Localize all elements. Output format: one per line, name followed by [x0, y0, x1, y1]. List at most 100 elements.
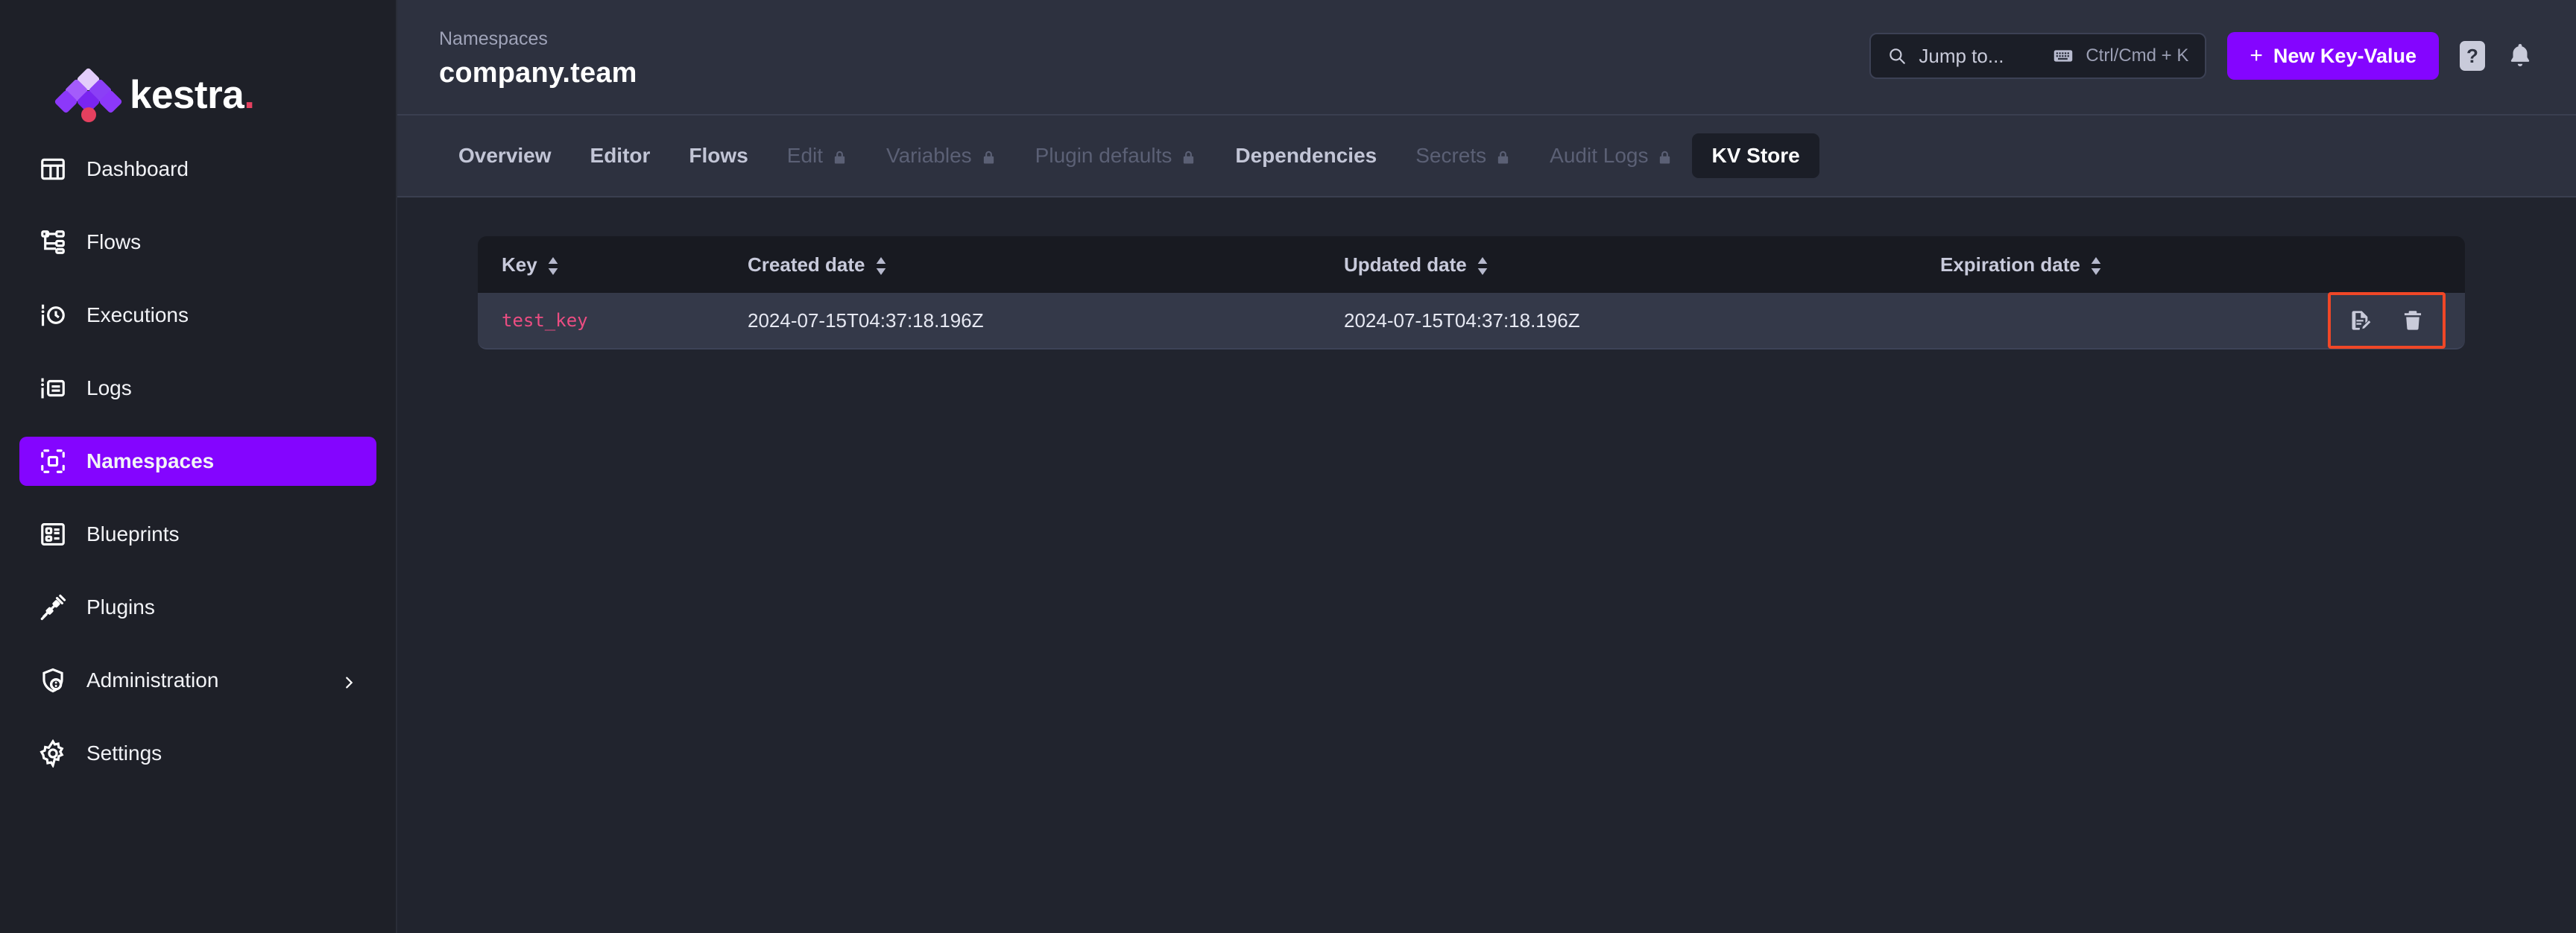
- blueprints-icon: [39, 520, 67, 548]
- sidebar-nav: Dashboard Flows Executions Logs Namespac…: [0, 145, 396, 778]
- tab-label: Edit: [786, 144, 824, 167]
- plus-icon: +: [2250, 43, 2263, 68]
- sort-arrows-icon: [1476, 255, 1489, 275]
- cell-actions: [2313, 292, 2446, 349]
- tab-edit: Edit: [768, 133, 867, 178]
- search-shortcut-hint: Ctrl/Cmd + K: [2086, 45, 2189, 66]
- keyboard-icon: [2053, 45, 2074, 66]
- tab-label: Plugin defaults: [1035, 144, 1172, 167]
- help-label: ?: [2466, 44, 2478, 67]
- delete-key-value-button[interactable]: [2392, 301, 2434, 340]
- sidebar: kestra. Dashboard Flows Executions Logs …: [0, 0, 397, 933]
- tab-label: Dependencies: [1235, 144, 1377, 167]
- sidebar-item-settings[interactable]: Settings: [19, 729, 376, 778]
- column-header-updated-date[interactable]: Updated date: [1344, 253, 1940, 276]
- kestra-logo-text: kestra.: [130, 72, 255, 117]
- help-button[interactable]: ?: [2460, 41, 2485, 71]
- tab-editor[interactable]: Editor: [571, 133, 670, 178]
- column-header-expiration-date[interactable]: Expiration date: [1940, 253, 2313, 276]
- page-title: company.team: [439, 57, 637, 89]
- administration-icon: [39, 666, 67, 695]
- sidebar-item-namespaces[interactable]: Namespaces: [19, 437, 376, 486]
- cell-updated-date: 2024-07-15T04:37:18.196Z: [1344, 309, 1580, 332]
- tab-label: Variables: [886, 144, 972, 167]
- edit-key-value-button[interactable]: [2340, 301, 2381, 340]
- sidebar-item-label: Settings: [86, 741, 162, 765]
- cell-created-date: 2024-07-15T04:37:18.196Z: [748, 309, 984, 332]
- cell-key[interactable]: test_key: [502, 310, 748, 331]
- sort-arrows-icon: [874, 255, 888, 275]
- tab-secrets: Secrets: [1396, 133, 1530, 178]
- sidebar-item-label: Administration: [86, 668, 219, 692]
- bell-icon[interactable]: [2506, 41, 2534, 71]
- sidebar-item-label: Blueprints: [86, 522, 180, 545]
- flows-icon: [39, 228, 67, 256]
- plugins-icon: [39, 593, 67, 622]
- row-actions-highlight: [2328, 292, 2446, 349]
- sidebar-item-plugins[interactable]: Plugins: [19, 583, 376, 632]
- tab-plugin-defaults: Plugin defaults: [1016, 133, 1216, 178]
- chevron-right-icon: [341, 672, 357, 689]
- column-label: Created date: [748, 253, 865, 276]
- sidebar-item-label: Executions: [86, 303, 189, 326]
- search-input[interactable]: Jump to... Ctrl/Cmd + K: [1869, 33, 2207, 79]
- lock-icon: [1181, 147, 1196, 165]
- tab-dependencies[interactable]: Dependencies: [1216, 133, 1396, 178]
- new-key-value-button[interactable]: + New Key-Value: [2227, 32, 2439, 80]
- kestra-logo[interactable]: kestra.: [0, 0, 396, 127]
- sidebar-item-label: Logs: [86, 376, 132, 399]
- sidebar-item-logs[interactable]: Logs: [19, 364, 376, 413]
- sidebar-item-flows[interactable]: Flows: [19, 218, 376, 267]
- sort-arrows-icon: [2089, 255, 2103, 275]
- tab-kv-store[interactable]: KV Store: [1692, 133, 1819, 178]
- main-area: Namespaces company.team Jump to... Ctrl/…: [397, 0, 2576, 933]
- lock-icon: [981, 147, 997, 165]
- sidebar-item-executions[interactable]: Executions: [19, 291, 376, 340]
- column-header-created-date[interactable]: Created date: [748, 253, 1344, 276]
- executions-icon: [39, 301, 67, 329]
- sidebar-item-label: Namespaces: [86, 449, 215, 472]
- kestra-logo-mark-icon: [54, 67, 123, 122]
- breadcrumb[interactable]: Namespaces: [439, 28, 637, 50]
- tab-overview[interactable]: Overview: [439, 133, 571, 178]
- content-area: Key Created date Updated date Expiration…: [397, 197, 2576, 933]
- lock-icon: [1495, 147, 1511, 165]
- search-icon: [1887, 46, 1907, 66]
- namespace-tabs: Overview Editor Flows Edit Variables Plu…: [397, 116, 2576, 197]
- dashboard-icon: [39, 155, 67, 183]
- tab-variables: Variables: [867, 133, 1016, 178]
- column-header-key[interactable]: Key: [502, 253, 748, 276]
- table-header-row: Key Created date Updated date Expiration…: [478, 236, 2465, 293]
- logs-icon: [39, 374, 67, 402]
- lock-icon: [1657, 147, 1673, 165]
- sort-arrows-icon: [546, 255, 560, 275]
- tab-label: Overview: [458, 144, 552, 167]
- top-bar: Namespaces company.team Jump to... Ctrl/…: [397, 0, 2576, 116]
- tab-flows[interactable]: Flows: [669, 133, 767, 178]
- namespaces-icon: [39, 447, 67, 475]
- sidebar-item-dashboard[interactable]: Dashboard: [19, 145, 376, 194]
- tab-label: Secrets: [1415, 144, 1487, 167]
- sidebar-item-administration[interactable]: Administration: [19, 656, 376, 705]
- tab-label: Audit Logs: [1550, 144, 1649, 167]
- table-row[interactable]: test_key 2024-07-15T04:37:18.196Z 2024-0…: [478, 292, 2465, 350]
- sidebar-item-label: Plugins: [86, 595, 155, 619]
- settings-icon: [39, 739, 67, 768]
- tab-label: KV Store: [1711, 144, 1800, 167]
- tab-label: Flows: [689, 144, 748, 167]
- tab-audit-logs: Audit Logs: [1530, 133, 1692, 178]
- column-label: Key: [502, 253, 537, 276]
- column-label: Expiration date: [1940, 253, 2080, 276]
- tab-label: Editor: [590, 144, 651, 167]
- lock-icon: [832, 147, 847, 165]
- kv-store-table: Key Created date Updated date Expiration…: [478, 236, 2465, 350]
- search-placeholder: Jump to...: [1919, 44, 2004, 67]
- top-bar-actions: Jump to... Ctrl/Cmd + K + New Key-Value …: [1869, 19, 2534, 80]
- new-key-value-label: New Key-Value: [2273, 44, 2416, 67]
- sidebar-item-label: Dashboard: [86, 157, 189, 180]
- column-label: Updated date: [1344, 253, 1467, 276]
- sidebar-item-label: Flows: [86, 230, 142, 253]
- sidebar-item-blueprints[interactable]: Blueprints: [19, 510, 376, 559]
- app-root: kestra. Dashboard Flows Executions Logs …: [0, 0, 2576, 933]
- page-heading-block: Namespaces company.team: [439, 19, 637, 89]
